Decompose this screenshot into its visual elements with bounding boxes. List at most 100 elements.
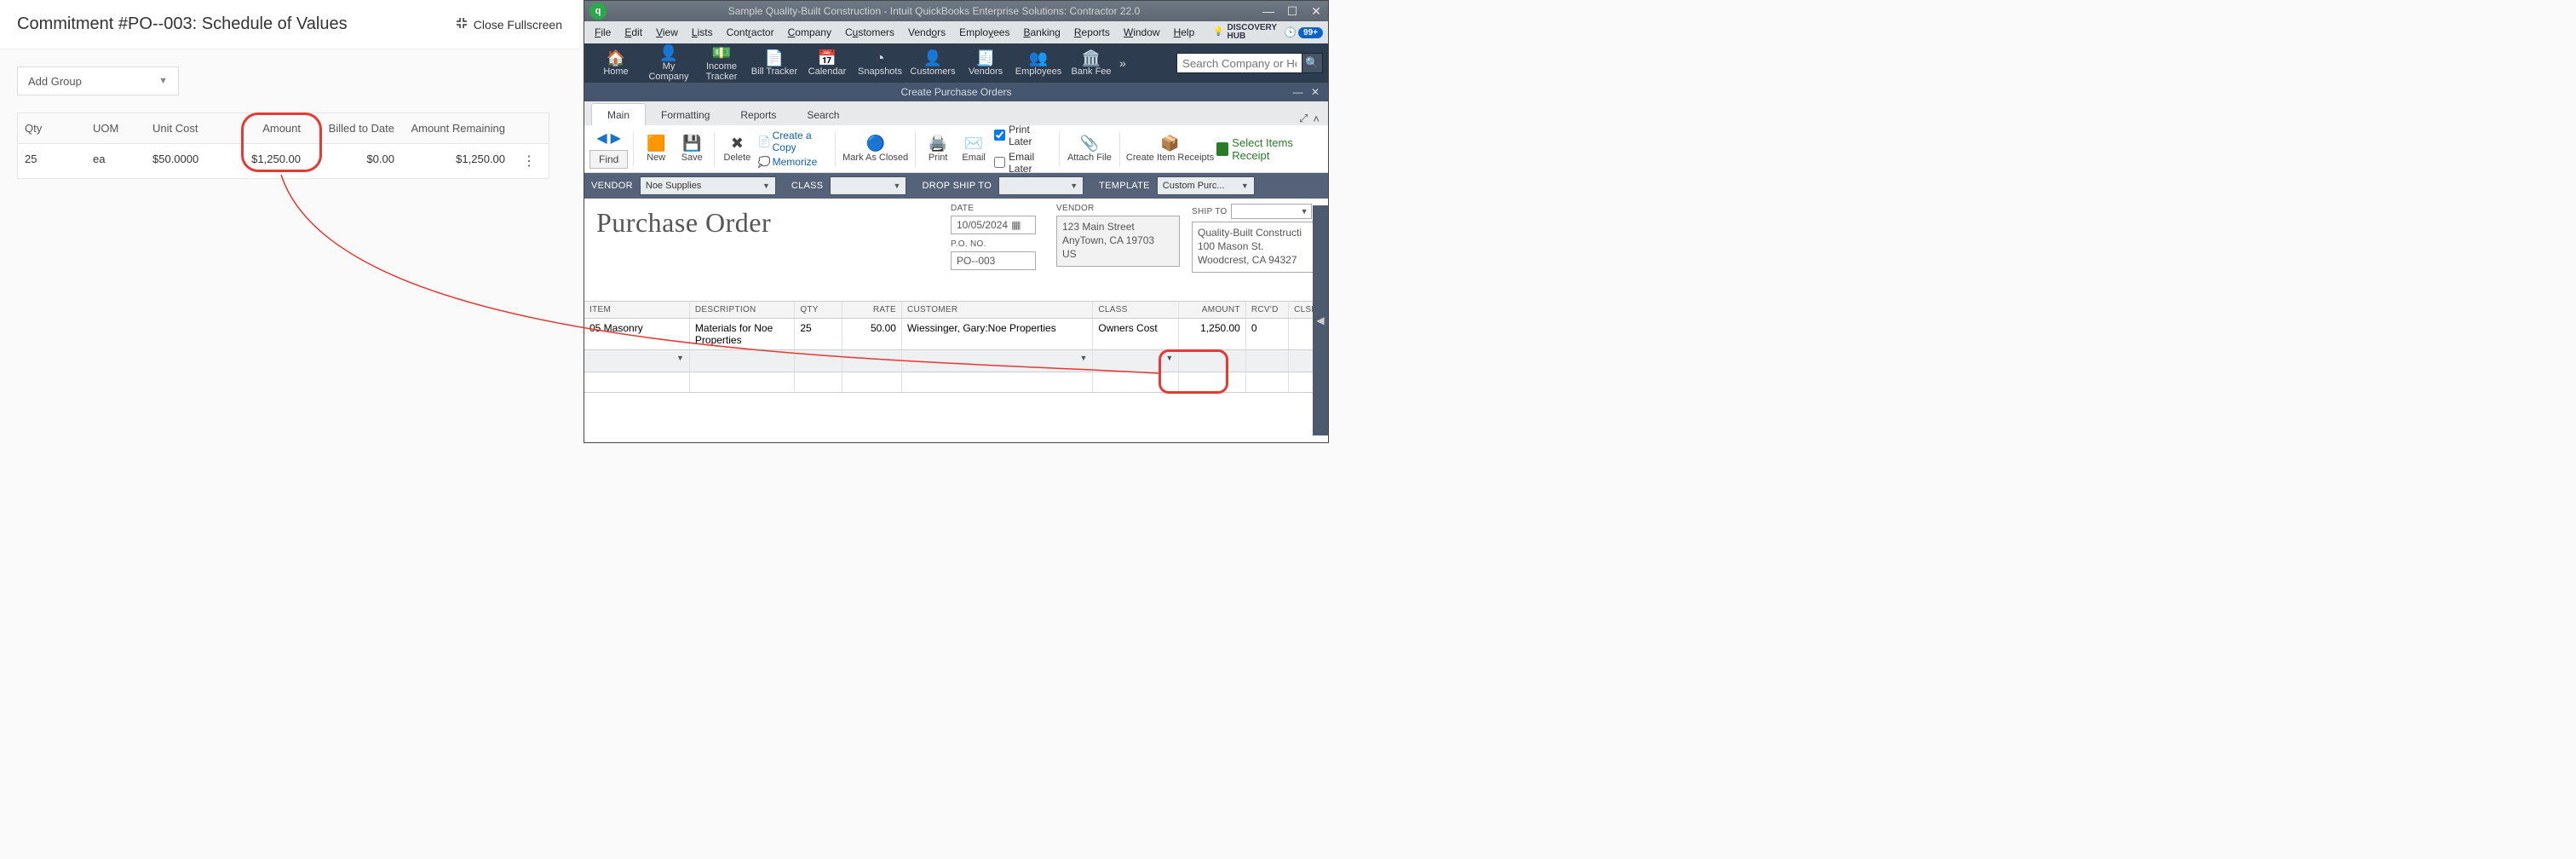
email-later-checkbox[interactable]: Email Later xyxy=(994,151,1054,175)
col-rcvd: RCV'D xyxy=(1245,302,1288,319)
cell-class[interactable]: Owners Cost xyxy=(1093,319,1179,350)
cell-uom[interactable]: ea xyxy=(86,144,146,178)
col-amount: AMOUNT xyxy=(1179,302,1246,319)
memorize-button[interactable]: 💭Memorize xyxy=(758,156,831,168)
vendor-address[interactable]: 123 Main Street AnyTown, CA 19703 US xyxy=(1056,216,1180,267)
print-later-checkbox[interactable]: Print Later xyxy=(994,124,1054,147)
cell-qty[interactable]: 25 xyxy=(795,319,842,350)
nav-employees[interactable]: 👥Employees xyxy=(1012,49,1065,77)
tab-reports[interactable]: Reports xyxy=(725,104,791,125)
template-dropdown[interactable]: Custom Purc...▼ xyxy=(1157,176,1255,195)
new-button[interactable]: 🟧New xyxy=(639,134,673,164)
chevron-left-icon: ◀ xyxy=(1316,314,1324,326)
tab-formatting[interactable]: Formatting xyxy=(646,104,725,125)
reminders-button[interactable]: 🕒 99+ xyxy=(1282,26,1323,38)
row-actions[interactable]: ⋮ xyxy=(512,144,546,178)
tab-main[interactable]: Main xyxy=(591,103,646,125)
col-billed: Billed to Date xyxy=(308,113,401,143)
menu-help[interactable]: Help xyxy=(1169,25,1200,40)
cell-rate[interactable]: 50.00 xyxy=(842,319,902,350)
history-panel-toggle[interactable]: ◀ xyxy=(1313,205,1328,435)
cell-desc[interactable]: Materials for Noe Properties xyxy=(689,319,794,350)
dropship-dropdown[interactable]: ▼ xyxy=(998,176,1084,195)
menu-contractor[interactable]: Contractor xyxy=(722,25,779,40)
pono-input[interactable]: PO--003 xyxy=(951,251,1036,270)
cell-qty[interactable]: 25 xyxy=(18,144,86,178)
nav-customers[interactable]: 👤Customers xyxy=(906,49,959,77)
nav-bill[interactable]: 📄Bill Tracker xyxy=(748,49,801,77)
date-input[interactable]: 10/05/2024▦ xyxy=(951,216,1036,234)
date-label: DATE xyxy=(951,204,1044,213)
sov-table: Qty UOM Unit Cost Amount Billed to Date … xyxy=(17,112,549,179)
minimize-button[interactable]: — xyxy=(1256,4,1280,19)
nav-snapshots[interactable]: ◔Snapshots xyxy=(854,49,906,77)
nav-mycompany[interactable]: 👤My Company xyxy=(642,44,695,82)
new-icon: 🟧 xyxy=(647,135,665,153)
create-copy-button[interactable]: 📄Create a Copy xyxy=(758,130,831,153)
menu-banking[interactable]: Banking xyxy=(1018,25,1065,40)
nav-more-button[interactable]: » xyxy=(1119,56,1126,70)
home-icon: 🏠 xyxy=(589,49,642,66)
collapse-caret-icon[interactable]: ˄ xyxy=(1313,112,1320,125)
menu-window[interactable]: Window xyxy=(1118,25,1165,40)
col-actions xyxy=(512,113,546,143)
cell-billed[interactable]: $0.00 xyxy=(308,144,401,178)
menu-company[interactable]: Company xyxy=(783,25,837,40)
col-qty: Qty xyxy=(18,113,86,143)
cell-item[interactable]: 05 Masonry xyxy=(584,319,689,350)
find-button[interactable]: Find xyxy=(589,150,628,169)
qb-menubar: File Edit View Lists Contractor Company … xyxy=(584,21,1328,43)
expand-icon[interactable]: ⤢ xyxy=(1299,112,1308,125)
shipto-dropdown[interactable]: ▼ xyxy=(1231,204,1312,219)
menu-customers[interactable]: Customers xyxy=(840,25,900,40)
menu-employees[interactable]: Employees xyxy=(954,25,1015,40)
menu-lists[interactable]: Lists xyxy=(687,25,718,40)
company-search-input[interactable] xyxy=(1176,53,1302,73)
cell-remaining[interactable]: $1,250.00 xyxy=(401,144,512,178)
search-button[interactable]: 🔍 xyxy=(1302,53,1323,73)
menu-edit[interactable]: Edit xyxy=(619,25,647,40)
nav-calendar[interactable]: 📅Calendar xyxy=(801,49,854,77)
menu-file[interactable]: File xyxy=(589,25,616,40)
cell-amount[interactable]: 1,250.00 xyxy=(1179,319,1246,350)
nav-income[interactable]: 💵Income Tracker xyxy=(695,44,748,82)
cell-customer[interactable]: Wiessinger, Gary:Noe Properties xyxy=(901,319,1092,350)
print-button[interactable]: 🖨️Print xyxy=(921,134,955,164)
discovery-hub-button[interactable]: 💡 DISCOVERY HUB xyxy=(1212,24,1278,41)
memorize-icon: 💭 xyxy=(758,156,771,168)
sub-close[interactable]: ✕ xyxy=(1311,86,1320,98)
tab-search[interactable]: Search xyxy=(791,104,854,125)
class-dropdown[interactable]: ▼ xyxy=(830,176,906,195)
vendor-dropdown[interactable]: Noe Supplies▼ xyxy=(640,176,776,195)
nav-home[interactable]: 🏠Home xyxy=(589,49,642,77)
save-button[interactable]: 💾Save xyxy=(675,134,709,164)
col-desc: DESCRIPTION xyxy=(689,302,794,319)
po-input-row[interactable]: ▼ ▼ ▼ xyxy=(584,350,1328,372)
nav-vendors[interactable]: 🧾Vendors xyxy=(959,49,1012,77)
create-item-receipts-button[interactable]: 📦Create Item Receipts xyxy=(1125,134,1215,164)
maximize-button[interactable]: ☐ xyxy=(1280,4,1304,19)
menu-reports[interactable]: Reports xyxy=(1069,25,1115,40)
close-fullscreen-button[interactable]: Close Fullscreen xyxy=(455,16,562,32)
cell-amount[interactable]: $1,250.00 xyxy=(222,144,308,178)
prev-arrow-icon[interactable]: ◀ xyxy=(596,130,607,147)
vendor-addr-label: VENDOR xyxy=(1056,204,1180,213)
add-group-dropdown[interactable]: Add Group ▼ xyxy=(17,66,179,95)
col-class: CLASS xyxy=(1093,302,1179,319)
next-arrow-icon[interactable]: ▶ xyxy=(611,130,621,147)
cell-unit-cost[interactable]: $50.0000 xyxy=(146,144,222,178)
menu-view[interactable]: View xyxy=(651,25,683,40)
attach-file-button[interactable]: 📎Attach File xyxy=(1065,134,1115,164)
menu-vendors[interactable]: Vendors xyxy=(903,25,951,40)
cell-rcvd[interactable]: 0 xyxy=(1245,319,1288,350)
select-items-receipt-button[interactable]: Select Items Receipt xyxy=(1216,136,1323,162)
sub-minimize[interactable]: — xyxy=(1293,86,1303,98)
nav-bankfeeds[interactable]: 🏛️Bank Fee xyxy=(1065,49,1118,77)
email-button[interactable]: ✉️Email xyxy=(957,134,991,164)
mark-closed-button[interactable]: 🔵Mark As Closed xyxy=(841,134,910,164)
close-window-button[interactable]: ✕ xyxy=(1304,4,1328,19)
qb-titlebar: q Sample Quality-Built Construction - In… xyxy=(584,1,1328,21)
shipto-label: SHIP TO xyxy=(1192,207,1228,216)
shipto-address[interactable]: Quality-Built Constructi 100 Mason St. W… xyxy=(1192,222,1320,273)
delete-button[interactable]: ✖Delete xyxy=(720,134,755,164)
